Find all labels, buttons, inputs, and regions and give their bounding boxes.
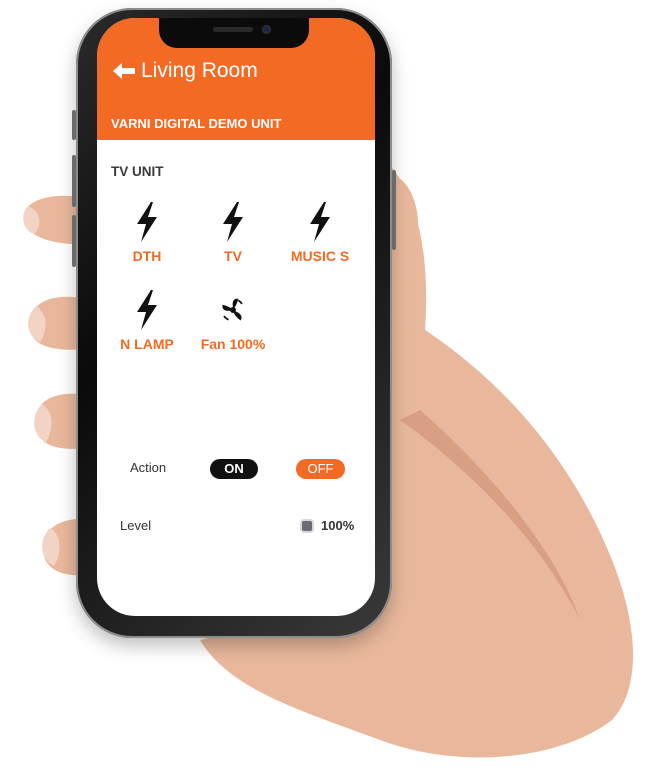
level-value: 100% bbox=[321, 518, 355, 533]
level-label: Level bbox=[120, 518, 152, 533]
side-button bbox=[72, 215, 76, 267]
back-arrow-icon bbox=[113, 63, 135, 79]
on-button[interactable]: ON bbox=[210, 459, 258, 479]
action-label: Action bbox=[130, 460, 167, 475]
device-fan[interactable]: Fan 100% bbox=[193, 290, 273, 352]
side-button bbox=[72, 155, 76, 207]
device-label: TV bbox=[224, 248, 242, 264]
device-label: Fan 100% bbox=[200, 336, 266, 352]
lightning-icon bbox=[137, 290, 157, 330]
section-title: TV UNIT bbox=[111, 164, 164, 179]
phone-screen: Living Room VARNI DIGITAL DEMO UNIT TV U… bbox=[97, 18, 375, 616]
off-button[interactable]: OFF bbox=[296, 459, 345, 479]
lightning-icon bbox=[310, 202, 330, 242]
page-title: Living Room bbox=[141, 59, 258, 82]
device-night-lamp[interactable]: N LAMP bbox=[107, 290, 187, 352]
device-music-system[interactable]: MUSIC S bbox=[280, 202, 360, 264]
device-label: MUSIC S bbox=[290, 248, 350, 264]
lightning-icon bbox=[223, 202, 243, 242]
side-button bbox=[392, 170, 396, 250]
lightning-icon bbox=[137, 202, 157, 242]
camera-icon bbox=[262, 25, 271, 34]
device-label: DTH bbox=[132, 248, 162, 264]
unit-name: VARNI DIGITAL DEMO UNIT bbox=[111, 116, 282, 131]
phone-notch bbox=[159, 18, 309, 48]
device-dth[interactable]: DTH bbox=[107, 202, 187, 264]
device-tv[interactable]: TV bbox=[193, 202, 273, 264]
device-label: N LAMP bbox=[120, 336, 174, 352]
fan-icon bbox=[222, 298, 243, 321]
back-button[interactable]: Living Room bbox=[113, 58, 258, 84]
speaker-grille bbox=[213, 27, 253, 32]
side-button bbox=[72, 110, 76, 140]
level-slider-handle[interactable] bbox=[302, 521, 312, 531]
